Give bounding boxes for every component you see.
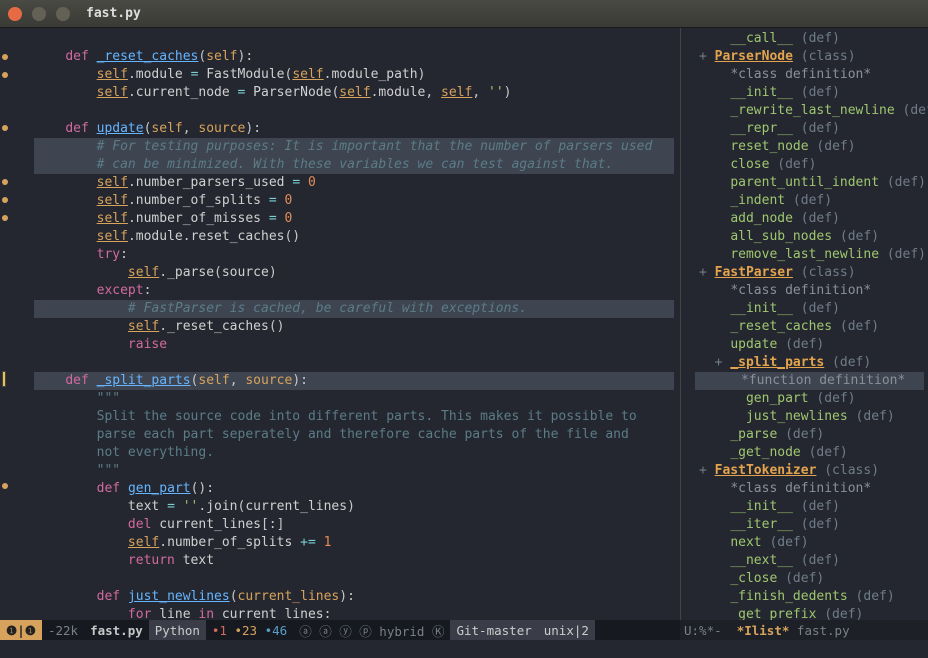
outline-item[interactable]: next (def) (685, 534, 924, 552)
outline-item[interactable]: _rewrite_last_newline (def) (685, 102, 924, 120)
minimize-icon[interactable] (32, 7, 46, 21)
code-area[interactable]: def _reset_caches(self): self.module = F… (28, 28, 680, 620)
outline-item[interactable]: *class definition* (685, 480, 924, 498)
outline-pane[interactable]: __call__ (def)+ ParserNode (class) *clas… (680, 28, 928, 620)
outline-item[interactable]: __iter__ (def) (685, 516, 924, 534)
outline-item[interactable]: _parse (def) (685, 426, 924, 444)
outline-item[interactable]: + FastParser (class) (685, 264, 924, 282)
major-mode[interactable]: Python (149, 620, 206, 640)
outline-item[interactable]: add_node (def) (685, 210, 924, 228)
outline-item[interactable]: reset_node (def) (685, 138, 924, 156)
lint-counts: •1 •23 •46 (206, 620, 293, 640)
modeline-right: U:%*- *Ilist* fast.py (680, 620, 928, 640)
code-line[interactable]: self._reset_caches() (34, 318, 674, 336)
code-line[interactable]: self.current_node = ParserNode(self.modu… (34, 84, 674, 102)
outline-item[interactable]: update (def) (685, 336, 924, 354)
outline-item[interactable]: + FastTokenizer (class) (685, 462, 924, 480)
outline-item[interactable]: + ParserNode (class) (685, 48, 924, 66)
code-line[interactable]: # FastParser is cached, be careful with … (34, 300, 674, 318)
buffer-status: U:%*- (684, 623, 722, 638)
outline-item[interactable]: *function definition* (685, 372, 924, 390)
code-line[interactable] (34, 30, 674, 48)
code-line[interactable]: raise (34, 336, 674, 354)
code-line[interactable]: def gen_part(): (34, 480, 674, 498)
code-line[interactable]: for line in current_lines: (34, 606, 674, 620)
outline-item[interactable]: gen_part (def) (685, 390, 924, 408)
maximize-icon[interactable] (56, 7, 70, 21)
outline-item[interactable]: __init__ (def) (685, 84, 924, 102)
size-indicator: - 22k (42, 620, 84, 640)
code-line[interactable]: """ (34, 390, 674, 408)
minor-modes: ⓐ ⓐ ⓨ ⓟ hybrid Ⓚ (293, 620, 450, 640)
code-line[interactable]: self.module = FastModule(self.module_pat… (34, 66, 674, 84)
outline-item[interactable]: *class definition* (685, 282, 924, 300)
code-line[interactable] (34, 354, 674, 372)
code-line[interactable]: self.number_parsers_used = 0 (34, 174, 674, 192)
outline-file: fast.py (797, 623, 850, 638)
code-line[interactable]: Split the source code into different par… (34, 408, 674, 426)
outline-item[interactable]: remove_last_newline (def) (685, 246, 924, 264)
code-line[interactable] (34, 570, 674, 588)
outline-item[interactable]: _get_prefix (def) (685, 606, 924, 620)
minibuffer[interactable] (0, 640, 928, 658)
code-line[interactable]: # can be minimized. With these variables… (34, 156, 674, 174)
code-line[interactable] (34, 102, 674, 120)
outline-item[interactable]: close (def) (685, 156, 924, 174)
modeline-left: ❶|❶ - 22k fast.py Python •1 •23 •46 ⓐ ⓐ … (0, 620, 680, 640)
outline-item[interactable]: __next__ (def) (685, 552, 924, 570)
outline-item[interactable]: __repr__ (def) (685, 120, 924, 138)
window-title: fast.py (86, 6, 141, 21)
code-line[interactable]: # For testing purposes: It is important … (34, 138, 674, 156)
outline-item[interactable]: __call__ (def) (685, 30, 924, 48)
outline-item[interactable]: __init__ (def) (685, 498, 924, 516)
editor-gutter (0, 28, 28, 620)
code-line[interactable]: parse each part seperately and therefore… (34, 426, 674, 444)
flycheck-badge[interactable]: ❶|❶ (0, 620, 42, 640)
code-line[interactable]: text = ''.join(current_lines) (34, 498, 674, 516)
outline-item[interactable]: *class definition* (685, 66, 924, 84)
close-icon[interactable] (8, 7, 22, 21)
outline-item[interactable]: _finish_dedents (def) (685, 588, 924, 606)
modeline: ❶|❶ - 22k fast.py Python •1 •23 •46 ⓐ ⓐ … (0, 620, 928, 640)
code-line[interactable]: def update(self, source): (34, 120, 674, 138)
code-line[interactable]: self._parse(source) (34, 264, 674, 282)
outline-item[interactable]: _reset_caches (def) (685, 318, 924, 336)
vc-branch[interactable]: Git-master (450, 620, 537, 640)
code-line[interactable]: self.number_of_splits = 0 (34, 192, 674, 210)
code-line[interactable]: def _split_parts(self, source): (34, 372, 674, 390)
code-line[interactable]: """ (34, 462, 674, 480)
outline-item[interactable]: _close (def) (685, 570, 924, 588)
outline-item[interactable]: + _split_parts (def) (685, 354, 924, 372)
code-line[interactable]: self.module.reset_caches() (34, 228, 674, 246)
code-line[interactable]: except: (34, 282, 674, 300)
code-line[interactable]: del current_lines[:] (34, 516, 674, 534)
workspace: def _reset_caches(self): self.module = F… (0, 28, 928, 620)
outline-buffer-name[interactable]: *Ilist* (737, 623, 790, 638)
outline-item[interactable]: all_sub_nodes (def) (685, 228, 924, 246)
code-line[interactable]: self.number_of_splits += 1 (34, 534, 674, 552)
outline-item[interactable]: parent_until_indent (def) (685, 174, 924, 192)
code-line[interactable]: try: (34, 246, 674, 264)
encoding: unix | 2 (538, 620, 595, 640)
code-line[interactable]: self.number_of_misses = 0 (34, 210, 674, 228)
code-line[interactable]: return text (34, 552, 674, 570)
code-line[interactable]: def just_newlines(current_lines): (34, 588, 674, 606)
code-line[interactable]: not everything. (34, 444, 674, 462)
outline-item[interactable]: just_newlines (def) (685, 408, 924, 426)
outline-item[interactable]: _indent (def) (685, 192, 924, 210)
outline-item[interactable]: _get_node (def) (685, 444, 924, 462)
editor-pane[interactable]: def _reset_caches(self): self.module = F… (0, 28, 680, 620)
code-line[interactable]: def _reset_caches(self): (34, 48, 674, 66)
buffer-name[interactable]: fast.py (84, 620, 149, 640)
titlebar: fast.py (0, 0, 928, 28)
outline-item[interactable]: __init__ (def) (685, 300, 924, 318)
